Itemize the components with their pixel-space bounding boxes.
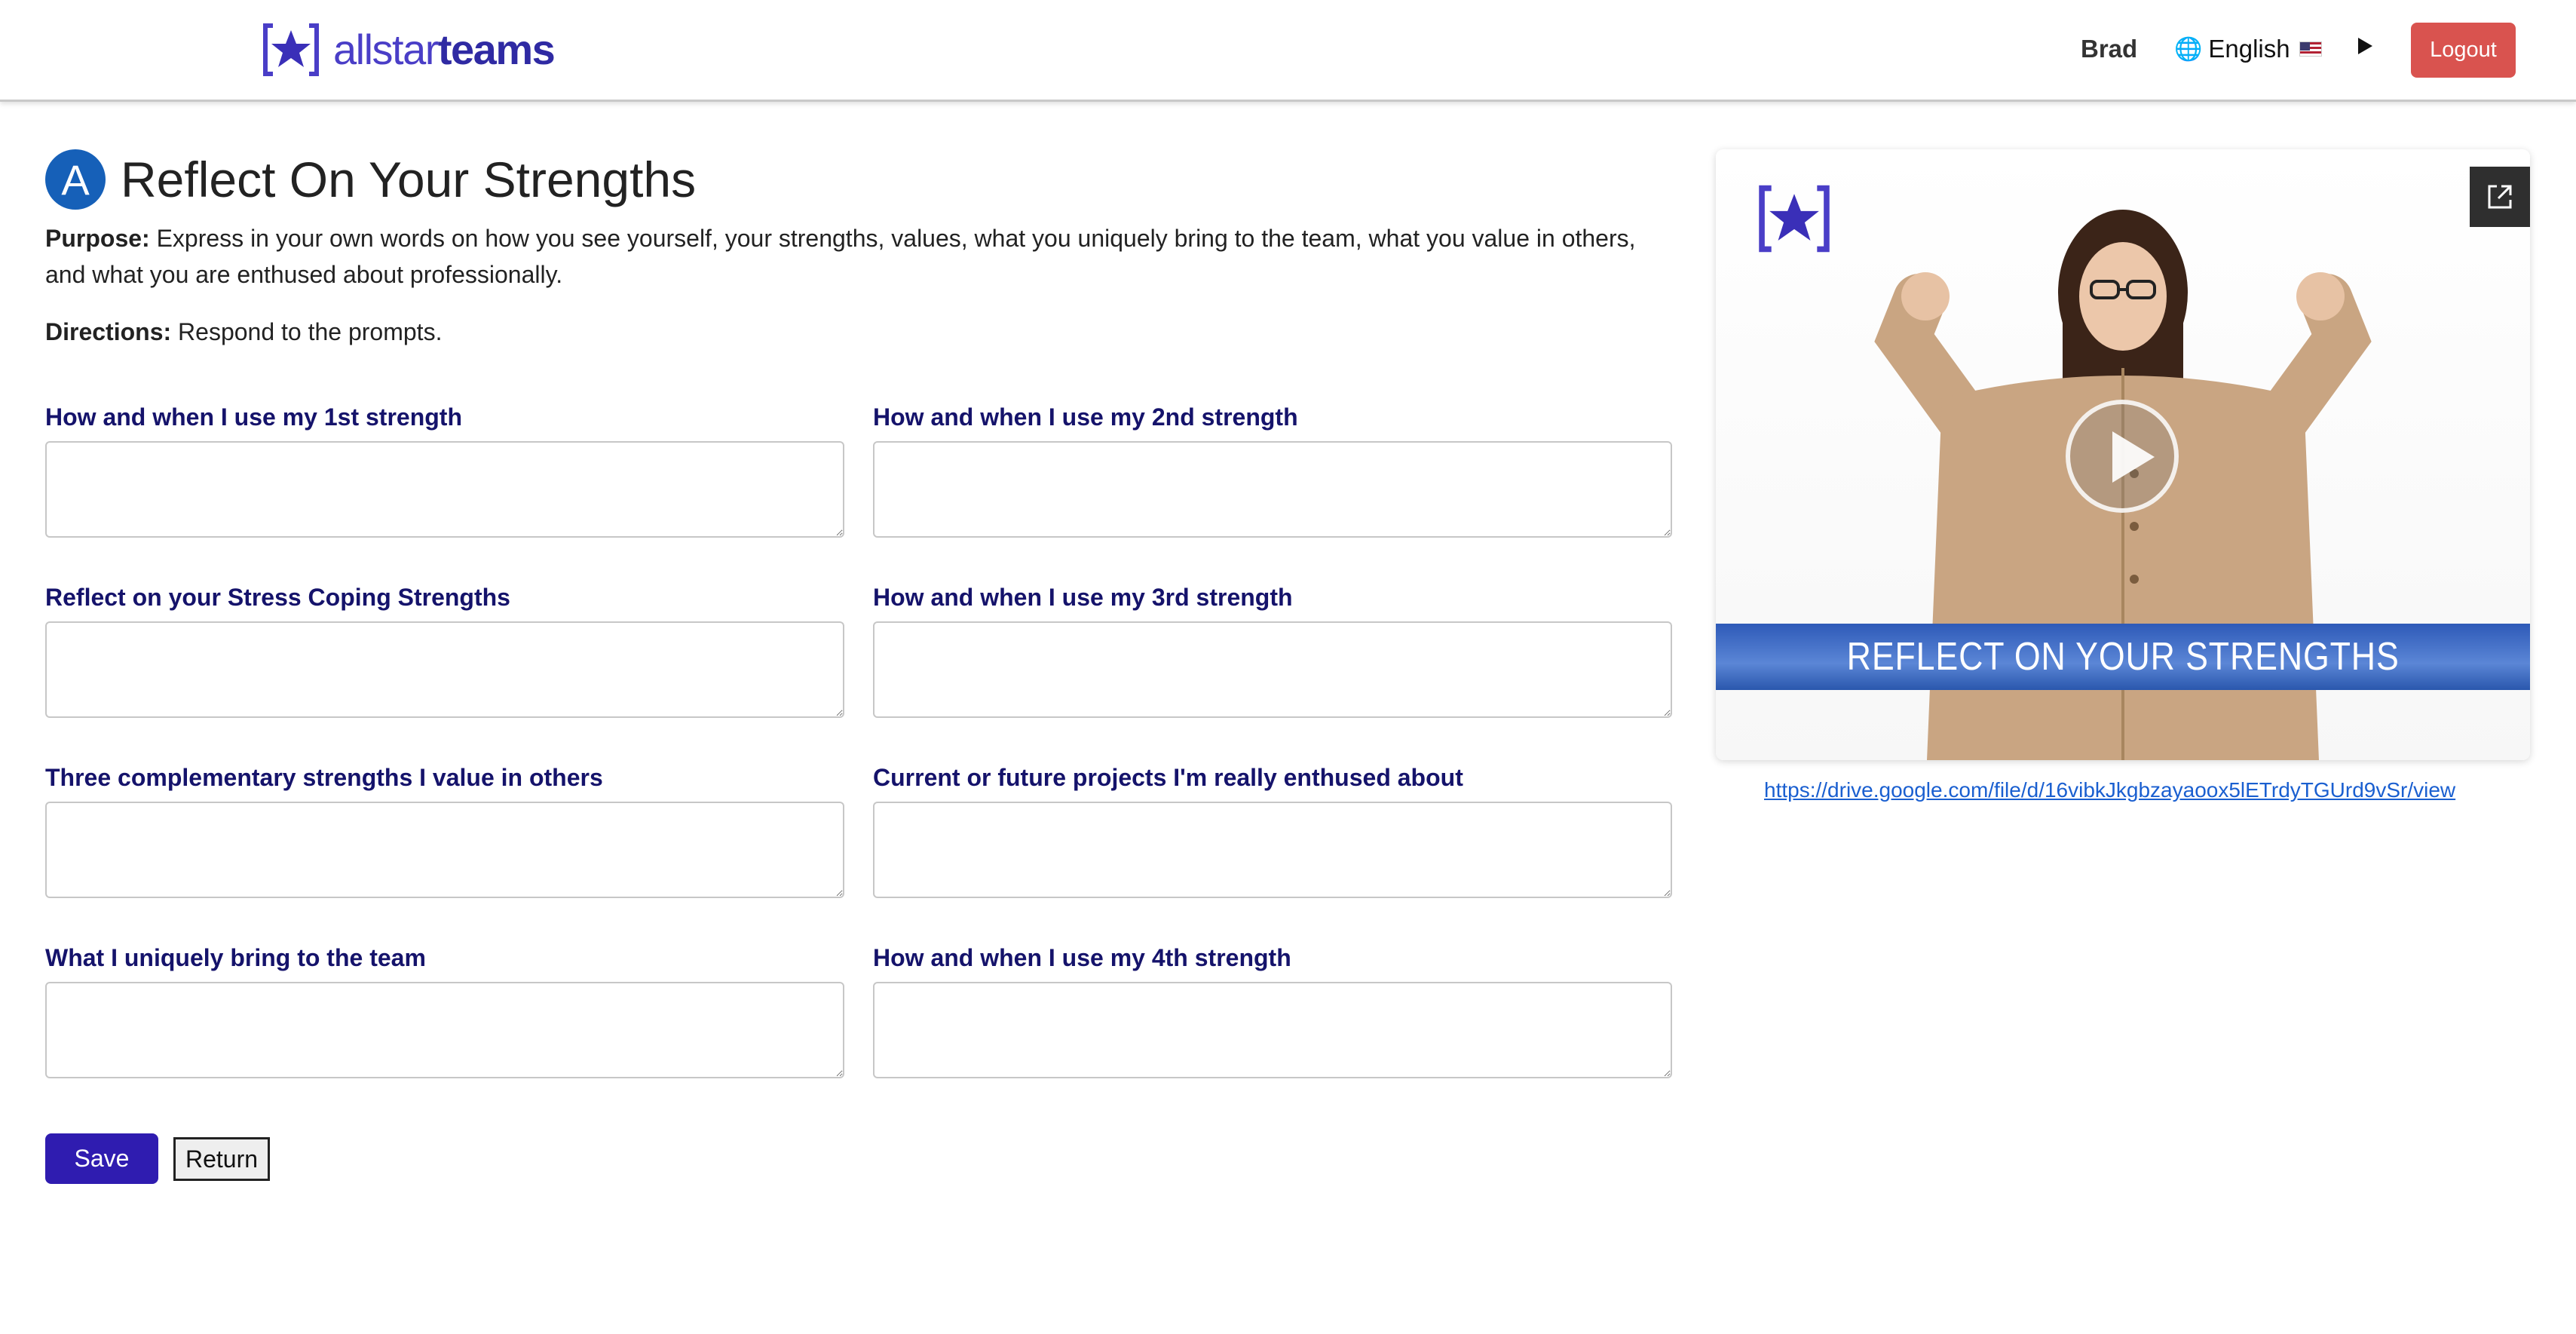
reflection-field-1st-strength: How and when I use my 1st strength	[45, 403, 844, 538]
field-label: How and when I use my 2nd strength	[873, 403, 1298, 431]
3rd-strength-textarea[interactable]	[873, 621, 1672, 718]
page-title: Reflect On Your Strengths	[121, 152, 697, 207]
field-label: Current or future projects I'm really en…	[873, 764, 1463, 791]
field-label: How and when I use my 4th strength	[873, 944, 1291, 971]
logo-wordmark-bold: teams	[437, 26, 556, 73]
video-source-link[interactable]: https://drive.google.com/file/d/16vibkJk…	[1764, 778, 2455, 802]
allstarteams-logo[interactable]: allstarteams	[262, 21, 556, 78]
language-label: English	[2208, 35, 2290, 63]
language-selector[interactable]: 🌐 English	[2174, 35, 2322, 63]
purpose-text: Express in your own words on how you see…	[45, 225, 1636, 288]
open-external-glyph	[2488, 185, 2512, 209]
reflection-field-3rd-strength: How and when I use my 3rd strength	[873, 584, 1672, 718]
directions-paragraph: Directions: Respond to the prompts.	[45, 318, 442, 346]
directions-text: Respond to the prompts.	[178, 318, 443, 345]
globe-icon: 🌐	[2174, 36, 2203, 62]
reflection-field-enthused-projects: Current or future projects I'm really en…	[873, 764, 1672, 898]
video-play-button[interactable]	[2066, 400, 2179, 513]
purpose-label: Purpose:	[45, 225, 150, 252]
logo-wordmark-light: allstar	[333, 26, 439, 73]
2nd-strength-textarea[interactable]	[873, 441, 1672, 538]
reflection-field-stress-coping: Reflect on your Stress Coping Strengths	[45, 584, 844, 718]
save-button[interactable]: Save	[45, 1133, 158, 1184]
reflection-field-2nd-strength: How and when I use my 2nd strength	[873, 403, 1672, 538]
open-external-icon[interactable]	[2470, 167, 2530, 227]
field-label: What I uniquely bring to the team	[45, 944, 426, 971]
field-label: How and when I use my 3rd strength	[873, 584, 1293, 611]
user-name: Brad	[2081, 35, 2138, 63]
reflection-field-unique-contribution: What I uniquely bring to the team	[45, 944, 844, 1078]
field-label: Reflect on your Stress Coping Strengths	[45, 584, 510, 611]
stress-coping-textarea[interactable]	[45, 621, 844, 718]
complementary-strengths-textarea[interactable]	[45, 802, 844, 898]
4th-strength-textarea[interactable]	[873, 982, 1672, 1078]
purpose-paragraph: Purpose: Express in your own words on ho…	[45, 220, 1674, 293]
logout-button[interactable]: Logout	[2411, 23, 2516, 78]
logo-star-bracket-icon	[263, 23, 319, 76]
step-badge: A	[45, 149, 106, 210]
logo-wordmark: allstarteams	[333, 26, 556, 73]
1st-strength-textarea[interactable]	[45, 441, 844, 538]
directions-label: Directions:	[45, 318, 172, 345]
video-banner-text: REFLECT ON YOUR STRENGTHS	[1846, 635, 2400, 679]
reflection-field-complementary-strengths: Three complementary strengths I value in…	[45, 764, 844, 898]
unique-contribution-textarea[interactable]	[45, 982, 844, 1078]
top-navigation-bar: allstarteams Brad 🌐 English Logout	[0, 0, 2576, 102]
video-logo-icon	[1759, 185, 1830, 253]
video-player[interactable]: REFLECT ON YOUR STRENGTHS	[1716, 149, 2530, 760]
play-icon[interactable]	[2358, 38, 2372, 54]
return-button[interactable]: Return	[173, 1137, 270, 1181]
field-label: Three complementary strengths I value in…	[45, 764, 603, 791]
us-flag-icon	[2299, 41, 2322, 57]
video-title-banner: REFLECT ON YOUR STRENGTHS	[1716, 624, 2530, 690]
page-header: A Reflect On Your Strengths	[45, 149, 696, 210]
enthused-projects-textarea[interactable]	[873, 802, 1672, 898]
field-label: How and when I use my 1st strength	[45, 403, 462, 431]
reflection-field-4th-strength: How and when I use my 4th strength	[873, 944, 1672, 1078]
